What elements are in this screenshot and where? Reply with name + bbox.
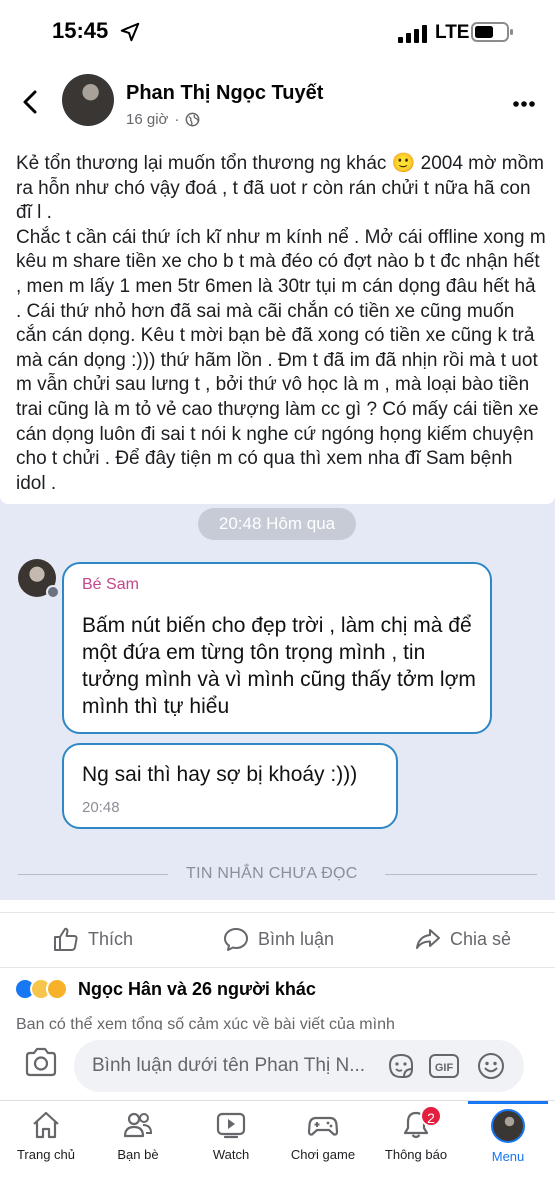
tab-friends-label: Bạn bè <box>117 1147 159 1162</box>
back-arrow-icon[interactable] <box>18 88 42 116</box>
tab-home-label: Trang chủ <box>16 1147 76 1162</box>
friends-icon <box>123 1112 153 1138</box>
emoji-icon[interactable] <box>476 1051 506 1081</box>
unread-divider-label: TIN NHẮN CHƯA ĐỌC <box>186 865 358 882</box>
post-time[interactable]: 16 giờ <box>126 111 168 128</box>
notification-badge: 2 <box>420 1105 442 1127</box>
sender-status-badge <box>46 585 60 599</box>
reaction-summary-text: Ngọc Hân và 26 người khác <box>78 978 316 999</box>
post-meta: 16 giờ · <box>126 111 200 128</box>
reactions-summary[interactable]: Ngọc Hân và 26 người khác <box>14 978 316 1000</box>
chat-message-1: Bấm nút biến cho đẹp trời , làm chị mà đ… <box>82 614 476 718</box>
home-icon <box>33 1111 59 1139</box>
unread-divider-line-right <box>385 874 537 875</box>
comment-placeholder: Bình luận dưới tên Phan Thị N... <box>92 1055 366 1076</box>
chat-bubble-2: Ng sai thì hay sợ bị khoáy :))) 20:48 <box>62 743 398 829</box>
signal-icon <box>398 25 427 43</box>
camera-icon[interactable] <box>24 1046 58 1078</box>
status-time: 15:45 <box>52 18 109 43</box>
share-arrow-icon <box>416 929 440 949</box>
active-tab-indicator <box>468 1101 548 1104</box>
tab-watch-label: Watch <box>212 1147 250 1162</box>
status-bar: 15:45 LTE <box>0 0 555 64</box>
gamepad-icon <box>307 1116 339 1136</box>
post-header: Phan Thị Ngọc Tuyết 16 giờ · <box>0 64 555 144</box>
unread-divider-line-left <box>18 874 168 875</box>
battery-icon <box>471 22 513 42</box>
post-text-paragraph-2: Chắc t cần cái thứ ích kĩ như m kính nể … <box>16 226 546 494</box>
tab-gaming-label: Chơi game <box>290 1147 356 1162</box>
sender-avatar <box>18 559 60 599</box>
post-text-paragraph-1: Kẻ tổn thương lại muốn tổn thương ng khá… <box>16 153 544 224</box>
tab-gaming[interactable]: Chơi game <box>273 1109 373 1162</box>
bottom-tab-bar: Trang chủ Bạn bè Watch Chơi game 2 Thông… <box>0 1100 555 1200</box>
chat-bubble-1: Bé Sam Bấm nút biến cho đẹp trời , làm c… <box>62 562 492 734</box>
comment-bubble-icon <box>224 928 248 951</box>
tab-menu[interactable]: Menu <box>458 1109 555 1164</box>
gif-label: GIF <box>435 1062 454 1074</box>
like-label: Thích <box>88 928 134 949</box>
watch-icon <box>216 1112 246 1139</box>
chat-message-2: Ng sai thì hay sợ bị khoáy :))) <box>82 763 358 786</box>
comment-button[interactable]: Bình luận <box>222 925 334 953</box>
comment-input[interactable]: Bình luận dưới tên Phan Thị N... GIF <box>74 1040 524 1092</box>
author-avatar[interactable] <box>62 74 114 126</box>
chat-timestamp-pill: 20:48 Hôm qua <box>198 508 356 540</box>
post-actions-bar: Thích Bình luận Chia sẻ <box>0 912 555 968</box>
post-text: Kẻ tổn thương lại muốn tổn thương ng khá… <box>16 152 546 496</box>
thumbs-up-icon <box>54 927 78 951</box>
tab-menu-label: Menu <box>491 1149 525 1164</box>
author-name[interactable]: Phan Thị Ngọc Tuyết <box>126 82 323 105</box>
tab-home[interactable]: Trang chủ <box>0 1109 96 1162</box>
chat-sender-name: Bé Sam <box>82 576 139 593</box>
location-arrow-icon <box>120 22 140 42</box>
like-button[interactable]: Thích <box>52 925 133 953</box>
tab-notifications-label: Thông báo <box>384 1147 448 1162</box>
sticker-icon[interactable] <box>386 1051 416 1081</box>
tab-friends[interactable]: Bạn bè <box>88 1109 188 1162</box>
gif-icon[interactable]: GIF <box>428 1052 460 1080</box>
tab-watch[interactable]: Watch <box>181 1109 281 1162</box>
comment-composer: Bình luận dưới tên Phan Thị N... GIF <box>0 1030 555 1100</box>
meta-dot: · <box>174 111 180 128</box>
reaction-icons <box>14 978 68 1000</box>
more-options-icon[interactable] <box>512 100 536 108</box>
comment-label: Bình luận <box>258 928 335 949</box>
screenshot-top-edge <box>0 496 555 504</box>
attached-chat-screenshot[interactable]: 20:48 Hôm qua Bé Sam Bấm nút biến cho đẹ… <box>0 496 555 900</box>
share-label: Chia sẻ <box>450 928 512 949</box>
share-button[interactable]: Chia sẻ <box>414 925 511 953</box>
sad-reaction-icon <box>46 978 68 1000</box>
globe-icon <box>185 112 200 127</box>
network-type: LTE <box>435 22 470 43</box>
chat-message-time: 20:48 <box>82 799 120 816</box>
tab-notifications[interactable]: 2 Thông báo <box>366 1105 466 1162</box>
menu-avatar <box>491 1109 525 1143</box>
